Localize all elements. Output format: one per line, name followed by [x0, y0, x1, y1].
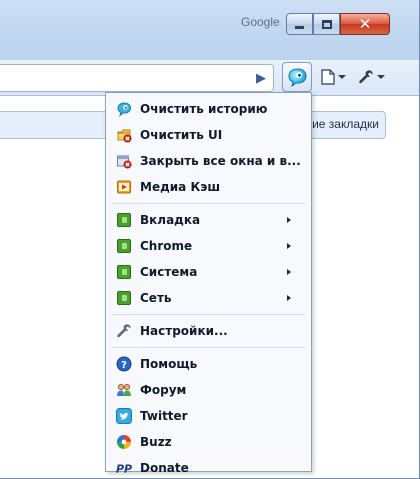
menu-item-label: Buzz: [140, 435, 172, 449]
submenu-arrow-icon: [287, 295, 291, 301]
chevron-down-icon: [376, 75, 385, 79]
wrench-menu-button[interactable]: [354, 64, 388, 90]
svg-text:PP: PP: [116, 463, 132, 476]
menu-separator: [112, 347, 305, 348]
clean-history-icon: [116, 101, 132, 117]
extension-dropdown-menu: Очистить историю Очистить UI Закрыть все…: [105, 92, 312, 476]
minimize-icon: [295, 26, 304, 29]
menu-item-label: Chrome: [140, 239, 193, 253]
menu-item-label: Помощь: [140, 357, 198, 371]
extension-speech-bubble-icon: [288, 68, 307, 87]
menu-separator: [112, 203, 305, 204]
menu-item-settings[interactable]: Настройки...: [106, 318, 311, 344]
play-arrow-icon[interactable]: ▶: [249, 65, 273, 91]
menu-item-forum[interactable]: Форум: [106, 377, 311, 403]
maximize-button[interactable]: [313, 13, 340, 35]
menu-item-twitter[interactable]: Twitter: [106, 403, 311, 429]
clean-ui-icon: [116, 127, 132, 143]
menu-item-label: Закрыть все окна и в...: [140, 154, 301, 168]
menu-item-label: Очистить историю: [140, 102, 268, 116]
svg-text:?: ?: [121, 360, 127, 371]
maximize-icon: [321, 19, 332, 29]
paypal-icon: PP: [116, 460, 132, 476]
close-icon: ✕: [358, 14, 372, 33]
menu-item-close-windows[interactable]: Закрыть все окна и в...: [106, 148, 311, 174]
menu-item-donate[interactable]: PP Donate: [106, 455, 311, 479]
puzzle-icon: [116, 238, 132, 254]
media-cache-icon: [116, 179, 132, 195]
browser-window: Google ✕ ▶ ие закладки Очистить историю …: [0, 0, 420, 479]
submenu-arrow-icon: [287, 217, 291, 223]
submenu-arrow-icon: [287, 269, 291, 275]
wrench-icon: [358, 70, 372, 84]
other-bookmarks-label: ие закладки: [312, 117, 379, 131]
close-button[interactable]: ✕: [340, 13, 390, 35]
address-bar[interactable]: ▶: [0, 64, 274, 92]
chevron-down-icon: [337, 75, 346, 79]
buzz-icon: [116, 434, 132, 450]
menu-item-label: Система: [140, 265, 198, 279]
page-icon: [320, 69, 335, 85]
puzzle-icon: [116, 212, 132, 228]
menu-item-label: Настройки...: [140, 324, 228, 338]
puzzle-icon: [116, 290, 132, 306]
forum-icon: [116, 382, 132, 398]
puzzle-icon: [116, 264, 132, 280]
menu-separator: [112, 314, 305, 315]
toolbar: ▶: [0, 60, 419, 96]
menu-item-label: Очистить UI: [140, 128, 223, 142]
twitter-icon: [116, 408, 132, 424]
extension-button[interactable]: [282, 62, 312, 92]
menu-item-buzz[interactable]: Buzz: [106, 429, 311, 455]
menu-item-tab[interactable]: Вкладка: [106, 207, 311, 233]
menu-item-label: Вкладка: [140, 213, 201, 227]
menu-item-label: Сеть: [140, 291, 172, 305]
menu-item-media-cache[interactable]: Медиа Кэш: [106, 174, 311, 200]
menu-item-clear-ui[interactable]: Очистить UI: [106, 122, 311, 148]
menu-item-system[interactable]: Система: [106, 259, 311, 285]
wrench-icon: [116, 323, 132, 339]
menu-item-label: Форум: [140, 383, 187, 397]
menu-item-label: Медиа Кэш: [140, 180, 221, 194]
menu-item-clear-history[interactable]: Очистить историю: [106, 96, 311, 122]
menu-item-chrome[interactable]: Chrome: [106, 233, 311, 259]
menu-item-network[interactable]: Сеть: [106, 285, 311, 311]
help-icon: ?: [116, 356, 132, 372]
title-bar[interactable]: Google ✕: [0, 0, 419, 60]
menu-item-label: Twitter: [140, 409, 188, 423]
brand-label: Google: [241, 15, 280, 29]
close-windows-icon: [116, 153, 132, 169]
menu-item-label: Donate: [140, 461, 189, 475]
submenu-arrow-icon: [287, 243, 291, 249]
minimize-button[interactable]: [286, 13, 313, 35]
page-menu-button[interactable]: [316, 64, 350, 90]
menu-item-help[interactable]: ? Помощь: [106, 351, 311, 377]
